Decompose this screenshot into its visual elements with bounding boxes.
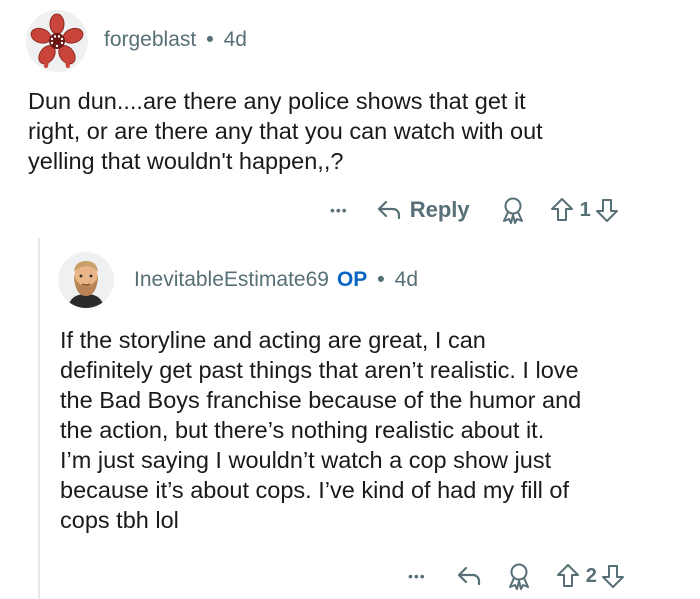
comment2-body-line: because it’s about cops. I’ve kind of ha… xyxy=(60,477,570,503)
reply-button[interactable] xyxy=(456,565,482,587)
reply-icon xyxy=(377,200,400,220)
thread-line[interactable] xyxy=(38,238,40,599)
upvote-button[interactable] xyxy=(556,563,580,589)
comment1-separator: • xyxy=(206,28,214,51)
comment2-separator: • xyxy=(377,268,385,291)
upvote-icon xyxy=(556,564,579,587)
upvote-icon xyxy=(550,198,573,221)
more-icon: ••• xyxy=(408,568,426,584)
vote-count: 2 xyxy=(585,564,597,587)
award-button[interactable] xyxy=(500,196,526,224)
more-icon: ••• xyxy=(330,202,348,218)
downvote-icon xyxy=(595,199,618,222)
op-badge: OP xyxy=(336,268,368,291)
comment2-body: If the storyline and acting are great, I… xyxy=(60,325,692,535)
comment2-body-line: I’m just saying I wouldn’t watch a cop s… xyxy=(60,447,552,473)
comment1-meta: forgeblast • 4d xyxy=(104,28,247,52)
downvote-icon xyxy=(601,565,624,588)
reply-icon xyxy=(457,566,480,586)
downvote-button[interactable] xyxy=(601,563,625,589)
reply-button[interactable]: Reply xyxy=(376,197,470,223)
comment2-timestamp: 4d xyxy=(394,268,419,291)
comment1-body-line: right, or are there any that you can wat… xyxy=(28,118,543,144)
award-icon xyxy=(502,197,523,224)
comment2-body-line: definitely get past things that aren’t r… xyxy=(60,357,579,383)
comment2-body-line: the Bad Boys franchise because of the hu… xyxy=(60,387,582,413)
award-button[interactable] xyxy=(506,562,532,590)
avatar-inevitableestimate69[interactable] xyxy=(58,252,114,308)
comment2-body-line: If the storyline and acting are great, I… xyxy=(60,327,486,353)
comment2-body-line: cops tbh lol xyxy=(60,507,179,533)
upvote-button[interactable] xyxy=(550,197,574,223)
vote-count: 1 xyxy=(579,198,591,221)
comment2-body-line: the action, but there’s nothing realisti… xyxy=(60,417,545,443)
comment1-actions: ••• Reply 1 xyxy=(330,194,619,226)
more-options-button[interactable]: ••• xyxy=(330,202,348,218)
bearded-man-avatar-icon xyxy=(58,252,114,308)
comment1-timestamp: 4d xyxy=(223,28,247,51)
comment1-body: Dun dun....are there any police shows th… xyxy=(28,86,688,176)
demogorgon-icon xyxy=(26,10,88,72)
avatar-forgeblast[interactable] xyxy=(26,10,88,72)
comment1-username[interactable]: forgeblast xyxy=(104,28,196,52)
award-icon xyxy=(508,563,529,590)
reply-label: Reply xyxy=(409,197,470,222)
downvote-button[interactable] xyxy=(595,197,619,223)
comment1-body-line: yelling that wouldn't happen,,? xyxy=(28,148,344,174)
more-options-button[interactable]: ••• xyxy=(408,568,426,584)
comment2-username[interactable]: InevitableEstimate69 xyxy=(134,268,329,292)
comment2-actions: ••• 2 xyxy=(408,560,625,592)
comment1-body-line: Dun dun....are there any police shows th… xyxy=(28,88,526,114)
comment2-meta: InevitableEstimate69 OP • 4d xyxy=(134,268,418,292)
